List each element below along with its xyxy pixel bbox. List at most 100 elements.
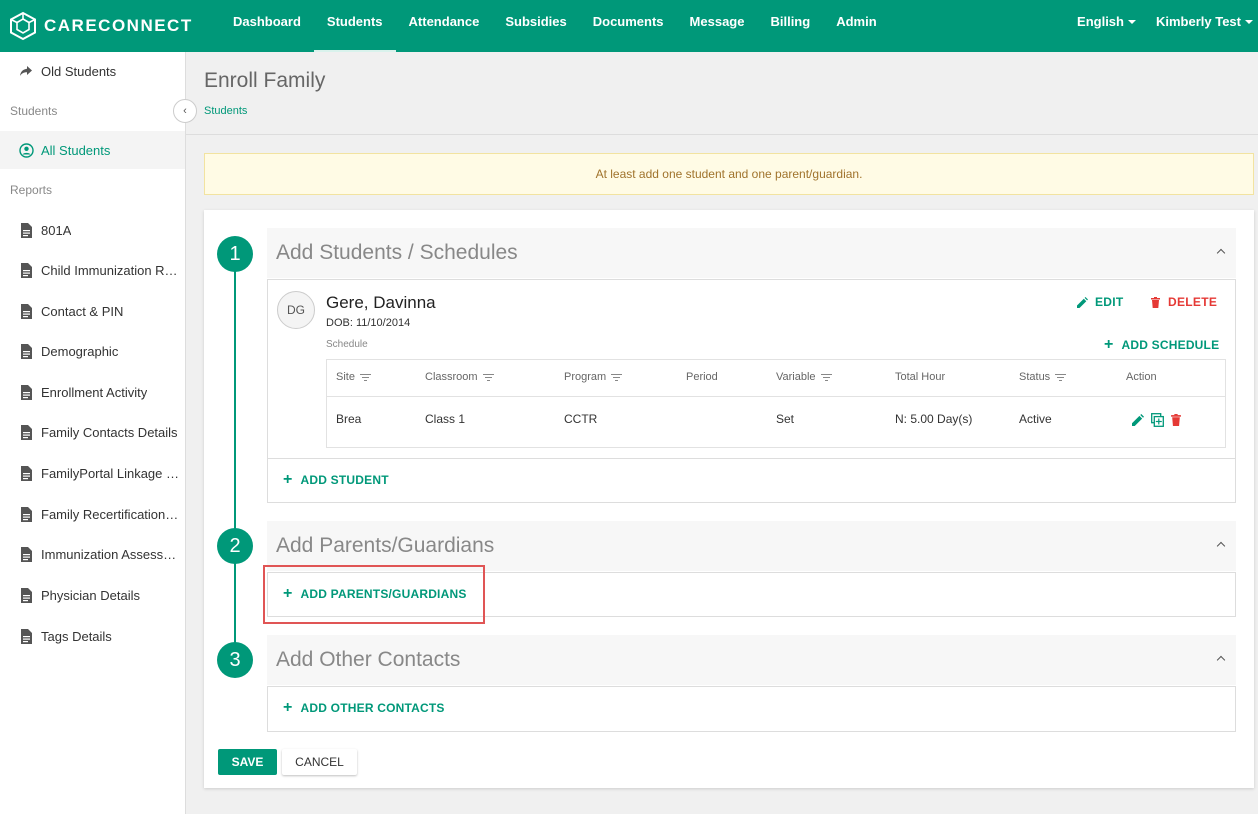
sidebar-item-report-immunization-assessment[interactable]: Immunization Assessment [0, 535, 185, 573]
section-header-parents[interactable]: Add Parents/Guardians [267, 521, 1236, 571]
sidebar-item-old-students[interactable]: Old Students [0, 52, 185, 90]
share-arrow-icon [18, 63, 34, 79]
document-icon [18, 262, 34, 278]
sidebar-item-report-enrollment-activity[interactable]: Enrollment Activity [0, 373, 185, 411]
column-header-variable[interactable]: Variable [776, 371, 832, 383]
step-number-2: 2 [217, 528, 253, 564]
filter-icon[interactable] [611, 373, 623, 381]
nav-subsidies[interactable]: Subsidies [492, 0, 579, 52]
sidebar-item-report-contact-pin[interactable]: Contact & PIN [0, 292, 185, 330]
delete-student-button[interactable]: DELETE [1151, 295, 1217, 309]
sidebar-item-report-family-contacts[interactable]: Family Contacts Details [0, 413, 185, 451]
filter-icon[interactable] [482, 373, 494, 381]
add-student-button[interactable]: + ADD STUDENT [283, 472, 389, 488]
section-header-students[interactable]: Add Students / Schedules [267, 228, 1236, 278]
column-label: Status [1019, 371, 1051, 383]
cell-status: Active [1019, 412, 1052, 426]
page-title: Enroll Family [204, 69, 326, 92]
sidebar-item-label: Immunization Assessment [41, 546, 181, 562]
sidebar-item-report-child-immunization[interactable]: Child Immunization Report [0, 251, 185, 289]
nav-attendance[interactable]: Attendance [396, 0, 493, 52]
plus-icon: + [283, 699, 293, 716]
trash-icon [1151, 296, 1160, 308]
copy-add-icon[interactable] [1151, 413, 1164, 427]
sidebar-collapse-button[interactable]: ‹ [173, 99, 197, 123]
user-menu-dropdown[interactable]: Kimberly Test [1141, 0, 1258, 52]
filter-icon[interactable] [820, 373, 832, 381]
sidebar-item-label: Family Recertification Report [41, 506, 181, 522]
caret-down-icon [1245, 20, 1253, 24]
add-schedule-label: ADD SCHEDULE [1121, 338, 1220, 352]
filter-icon[interactable] [359, 373, 371, 381]
pencil-icon [1077, 296, 1088, 308]
cell-actions [1132, 413, 1181, 427]
column-header-classroom[interactable]: Classroom [425, 371, 494, 383]
sidebar-item-label: Tags Details [41, 628, 112, 644]
save-button[interactable]: SAVE [218, 749, 277, 775]
avatar: DG [277, 291, 315, 329]
step-number-3: 3 [217, 642, 253, 678]
alert-text: At least add one student and one parent/… [595, 167, 863, 181]
breadcrumb-students[interactable]: Students [204, 105, 247, 117]
stepper-line [234, 270, 236, 662]
nav-dashboard[interactable]: Dashboard [220, 0, 314, 52]
pencil-icon[interactable] [1132, 414, 1144, 426]
language-dropdown[interactable]: English [1062, 0, 1141, 52]
document-icon [18, 424, 34, 440]
cell-site: Brea [336, 412, 362, 426]
sidebar-item-report-demographic[interactable]: Demographic [0, 332, 185, 370]
column-header-action: Action [1126, 371, 1157, 383]
document-icon [18, 506, 34, 522]
column-label: Total Hour [895, 371, 946, 383]
delete-label: DELETE [1168, 295, 1218, 309]
document-icon [18, 587, 34, 603]
column-header-site[interactable]: Site [336, 371, 371, 383]
section-title: Add Parents/Guardians [276, 534, 495, 557]
add-schedule-button[interactable]: + ADD SCHEDULE [1104, 337, 1220, 353]
sidebar-item-label: Enrollment Activity [41, 384, 148, 400]
filter-icon[interactable] [1055, 373, 1067, 381]
cell-total-hour: N: 5.00 Day(s) [895, 412, 973, 426]
cancel-button[interactable]: CANCEL [282, 749, 357, 775]
section-header-other-contacts[interactable]: Add Other Contacts [267, 635, 1236, 685]
nav-message[interactable]: Message [677, 0, 758, 52]
add-parents-guardians-button[interactable]: + ADD PARENTS/GUARDIANS [283, 585, 467, 602]
chevron-up-icon[interactable] [1216, 655, 1226, 665]
schedule-table: Site Classroom Program Period Variable T… [326, 359, 1226, 448]
edit-label: EDIT [1095, 295, 1124, 309]
sidebar-item-label: Physician Details [41, 587, 140, 603]
plus-icon: + [283, 585, 293, 602]
nav-admin[interactable]: Admin [823, 0, 889, 52]
warning-alert: At least add one student and one parent/… [204, 153, 1254, 195]
column-header-program[interactable]: Program [564, 371, 623, 383]
sidebar-item-label: Child Immunization Report [41, 262, 181, 278]
add-other-contacts-button[interactable]: + ADD OTHER CONTACTS [283, 699, 445, 716]
trash-icon[interactable] [1171, 414, 1181, 426]
sidebar-item-report-801a[interactable]: 801A [0, 211, 185, 249]
edit-student-button[interactable]: EDIT [1077, 295, 1124, 309]
column-header-status[interactable]: Status [1019, 371, 1067, 383]
careconnect-logo-icon [10, 11, 36, 41]
sidebar-item-label: Contact & PIN [41, 303, 124, 319]
brand-logo[interactable]: CARECONNECT [0, 11, 220, 41]
sidebar-item-label: Demographic [41, 343, 119, 359]
sidebar-item-label: 801A [41, 222, 72, 238]
sidebar-item-all-students[interactable]: All Students [0, 131, 185, 169]
sidebar: Old Students Students All Students Repor… [0, 52, 186, 814]
sidebar-item-report-physician-details[interactable]: Physician Details [0, 576, 185, 614]
chevron-up-icon[interactable] [1216, 541, 1226, 551]
nav-billing[interactable]: Billing [757, 0, 823, 52]
document-icon [18, 384, 34, 400]
nav-documents[interactable]: Documents [580, 0, 677, 52]
schedule-label: Schedule [326, 339, 368, 350]
column-label: Action [1126, 371, 1157, 383]
header-divider [186, 134, 1258, 135]
chevron-up-icon[interactable] [1216, 248, 1226, 258]
sidebar-item-report-familyportal-linkage[interactable]: FamilyPortal Linkage Report [0, 454, 185, 492]
nav-students[interactable]: Students [313, 0, 396, 52]
sidebar-item-label: Family Contacts Details [41, 424, 178, 440]
sidebar-item-report-tags-details[interactable]: Tags Details [0, 617, 185, 655]
language-label: English [1077, 14, 1124, 29]
column-label: Period [686, 371, 718, 383]
sidebar-item-report-family-recertification[interactable]: Family Recertification Report [0, 495, 185, 533]
